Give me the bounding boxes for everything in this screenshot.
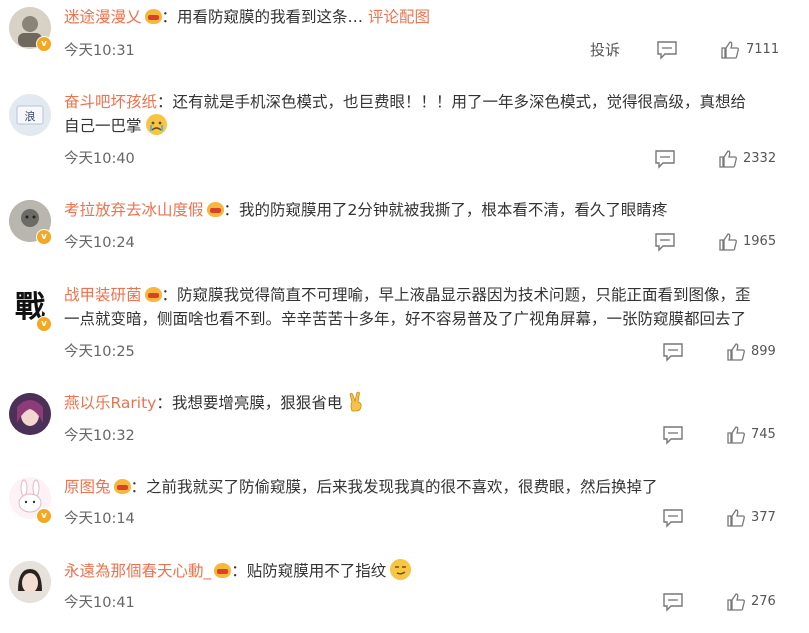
- verified-badge-icon: v: [36, 508, 52, 524]
- like-thumb-icon[interactable]: [720, 40, 740, 60]
- comment-icon[interactable]: [662, 508, 684, 528]
- comment-text: 之前我就买了防偷窥膜，后来我发现我真的很不喜欢，很费眼，然后换掉了: [146, 478, 658, 496]
- comment-icon[interactable]: [654, 149, 676, 169]
- separator: ：: [161, 286, 178, 304]
- medal-icon: [214, 563, 232, 578]
- medal-icon: [206, 202, 224, 217]
- like-count: 7111: [746, 42, 780, 57]
- comment-time: 今天10:25: [64, 344, 135, 360]
- username[interactable]: 考拉放弃去冰山度假: [64, 201, 204, 219]
- comment-time: 今天10:31: [64, 43, 135, 59]
- like-thumb-icon[interactable]: [726, 592, 746, 612]
- verified-badge-icon: v: [36, 36, 52, 52]
- comment-icon[interactable]: [662, 342, 684, 362]
- avatar[interactable]: 浪: [9, 94, 51, 136]
- medal-icon: [144, 287, 162, 302]
- comment-text: 我想要增亮膜，狠狠省电: [171, 394, 343, 412]
- comment-icon[interactable]: [662, 425, 684, 445]
- comment-text: 贴防窥膜用不了指纹: [246, 562, 387, 580]
- username[interactable]: 战甲装研菌: [64, 286, 142, 304]
- like-count: 2332: [743, 151, 777, 166]
- username[interactable]: 迷途漫漫乂: [64, 8, 142, 26]
- username[interactable]: 燕以乐Rarity: [64, 394, 156, 412]
- like-count: 276: [751, 594, 776, 609]
- like-count: 745: [751, 427, 776, 442]
- like-count: 1965: [743, 234, 777, 249]
- separator: ：: [156, 394, 172, 412]
- like-count: 377: [751, 510, 776, 525]
- medal-icon: [144, 9, 162, 24]
- avatar[interactable]: [9, 561, 51, 603]
- victory-hand-emoji-icon: [346, 391, 367, 412]
- comment-icon[interactable]: [662, 592, 684, 612]
- username[interactable]: 奋斗吧坏孩纸: [64, 93, 157, 111]
- username[interactable]: 永遠為那個春天心動_: [64, 562, 211, 580]
- comment-icon[interactable]: [656, 40, 678, 60]
- comment-time: 今天10:40: [64, 151, 135, 167]
- separator: ：: [130, 478, 147, 496]
- comment-text-line2: 一点就变暗，侧面啥也看不到。辛辛苦苦十多年，好不容易普及了广视角屏幕，一张防窥膜…: [64, 310, 747, 328]
- like-thumb-icon[interactable]: [726, 508, 746, 528]
- comment-text: 防窥膜我觉得简直不可理喻，早上液晶显示器因为技术问题，只能正面看到图像，歪: [177, 286, 751, 304]
- comment-time: 今天10:14: [64, 511, 135, 527]
- username[interactable]: 原图兔: [64, 478, 111, 496]
- separator: ：: [223, 201, 240, 219]
- comment-text: 我的防窥膜用了2分钟就被我撕了，根本看不清，看久了眼睛疼: [239, 201, 668, 219]
- medal-icon: [113, 479, 131, 494]
- avatar-image: [9, 561, 51, 603]
- verified-badge-icon: v: [36, 316, 52, 332]
- comment-image-link[interactable]: 评论配图: [368, 8, 430, 26]
- avatar-image: 浪: [9, 94, 51, 136]
- crying-face-emoji-icon: [145, 114, 167, 135]
- like-thumb-icon[interactable]: [726, 342, 746, 362]
- avatar[interactable]: [9, 393, 51, 435]
- comment-text-line2: 自己一巴掌: [64, 117, 142, 135]
- separator: ：: [231, 562, 247, 580]
- like-thumb-icon[interactable]: [718, 232, 738, 252]
- report-button[interactable]: 投诉: [590, 39, 620, 60]
- avatar-char: 浪: [25, 109, 36, 123]
- separator: ：: [161, 8, 178, 26]
- comment-time: 今天10:24: [64, 235, 135, 251]
- comment-text: 用看防窥膜的我看到这条…: [177, 8, 368, 26]
- like-thumb-icon[interactable]: [726, 425, 746, 445]
- comment-text: 还有就是手机深色模式，也巨费眼！！！用了一年多深色模式，觉得很高级，真想给: [172, 93, 747, 111]
- like-count: 899: [751, 344, 776, 359]
- avatar-image: [9, 393, 51, 435]
- smirk-face-emoji-icon: [390, 559, 412, 580]
- comment-time: 今天10:41: [64, 595, 135, 611]
- separator: ：: [157, 93, 173, 111]
- like-thumb-icon[interactable]: [718, 149, 738, 169]
- comment-icon[interactable]: [654, 232, 676, 252]
- verified-badge-icon: v: [36, 229, 52, 245]
- comment-time: 今天10:32: [64, 428, 135, 444]
